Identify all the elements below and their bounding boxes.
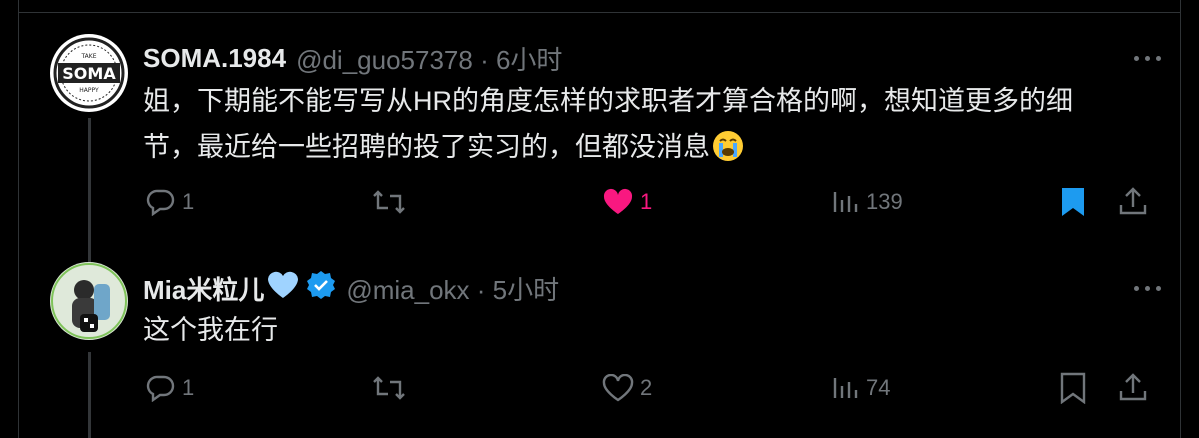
analytics-icon xyxy=(833,378,858,398)
reply-button[interactable]: 1 xyxy=(146,374,194,402)
views-button[interactable]: 74 xyxy=(832,374,890,402)
tweet-text-span: 节，最近给一些招聘的投了实习的，但都没消息 xyxy=(143,132,710,162)
avatar[interactable] xyxy=(50,262,128,340)
share-button[interactable] xyxy=(1118,372,1148,402)
blue-heart-emoji-icon xyxy=(266,270,300,307)
reply-button[interactable]: 1 xyxy=(146,188,194,216)
verified-badge-icon xyxy=(306,270,336,307)
view-count: 139 xyxy=(866,189,903,214)
retweet-button[interactable] xyxy=(372,374,412,402)
user-photo-avatar-icon xyxy=(51,263,127,339)
tweet-text-line: 姐，下期能不能写写从HR的角度怎样的求职者才算合格的啊，想知道更多的细 xyxy=(143,86,1073,116)
tweet-text: 姐，下期能不能写写从HR的角度怎样的求职者才算合格的啊，想知道更多的细 节，最近… xyxy=(143,78,1153,176)
heart-filled-icon xyxy=(603,188,633,214)
bookmark-button[interactable] xyxy=(1058,186,1088,218)
share-button[interactable] xyxy=(1118,186,1148,216)
svg-text:TAKE: TAKE xyxy=(80,53,96,60)
tweet-header: Mia米粒儿 @mia_okx · 5小时 xyxy=(143,270,559,307)
tweet-text-line-2: 节，最近给一些招聘的投了实习的，但都没消息 xyxy=(143,124,1153,176)
crying-face-emoji-icon xyxy=(712,130,744,176)
like-count: 2 xyxy=(640,375,653,400)
bookmark-outline-icon xyxy=(1060,372,1086,404)
retweet-icon xyxy=(373,376,405,400)
reply-icon xyxy=(146,189,175,216)
like-button[interactable]: 2 xyxy=(602,374,652,402)
svg-text:HAPPY: HAPPY xyxy=(79,87,99,94)
thread-connector xyxy=(88,118,91,268)
views-button[interactable]: 139 xyxy=(832,188,903,216)
share-icon xyxy=(1119,373,1147,401)
reply-icon xyxy=(146,375,175,402)
view-count: 74 xyxy=(866,375,891,400)
bookmark-button[interactable] xyxy=(1058,372,1088,404)
analytics-icon xyxy=(833,192,858,212)
tweet-text-line: 这个我在行 xyxy=(143,315,278,345)
author-handle[interactable]: @mia_okx · 5小时 xyxy=(346,270,559,307)
retweet-icon xyxy=(373,190,405,214)
heart-outline-icon xyxy=(602,374,634,402)
top-divider xyxy=(18,12,1181,13)
avatar[interactable]: SOMA TAKE HAPPY xyxy=(50,34,128,112)
svg-text:SOMA: SOMA xyxy=(62,64,116,83)
author-name[interactable]: Mia米粒儿 xyxy=(143,270,264,307)
more-options-icon[interactable] xyxy=(1134,286,1161,291)
bookmark-filled-icon xyxy=(1062,188,1084,216)
reply-count: 1 xyxy=(182,375,195,400)
soma-logo-icon: SOMA TAKE HAPPY xyxy=(51,35,127,111)
like-count: 1 xyxy=(640,189,653,214)
retweet-button[interactable] xyxy=(372,188,412,216)
like-button[interactable]: 1 xyxy=(602,188,652,216)
more-options-icon[interactable] xyxy=(1134,56,1161,61)
thread-connector-lower xyxy=(88,352,91,438)
tweet-text: 这个我在行 xyxy=(143,307,1153,353)
author-handle[interactable]: @di_guo57378 · 6小时 xyxy=(296,40,562,77)
tweet-header: SOMA.1984 @di_guo57378 · 6小时 xyxy=(143,40,562,77)
author-name[interactable]: SOMA.1984 xyxy=(143,43,286,74)
share-icon xyxy=(1119,187,1147,215)
reply-count: 1 xyxy=(182,189,195,214)
